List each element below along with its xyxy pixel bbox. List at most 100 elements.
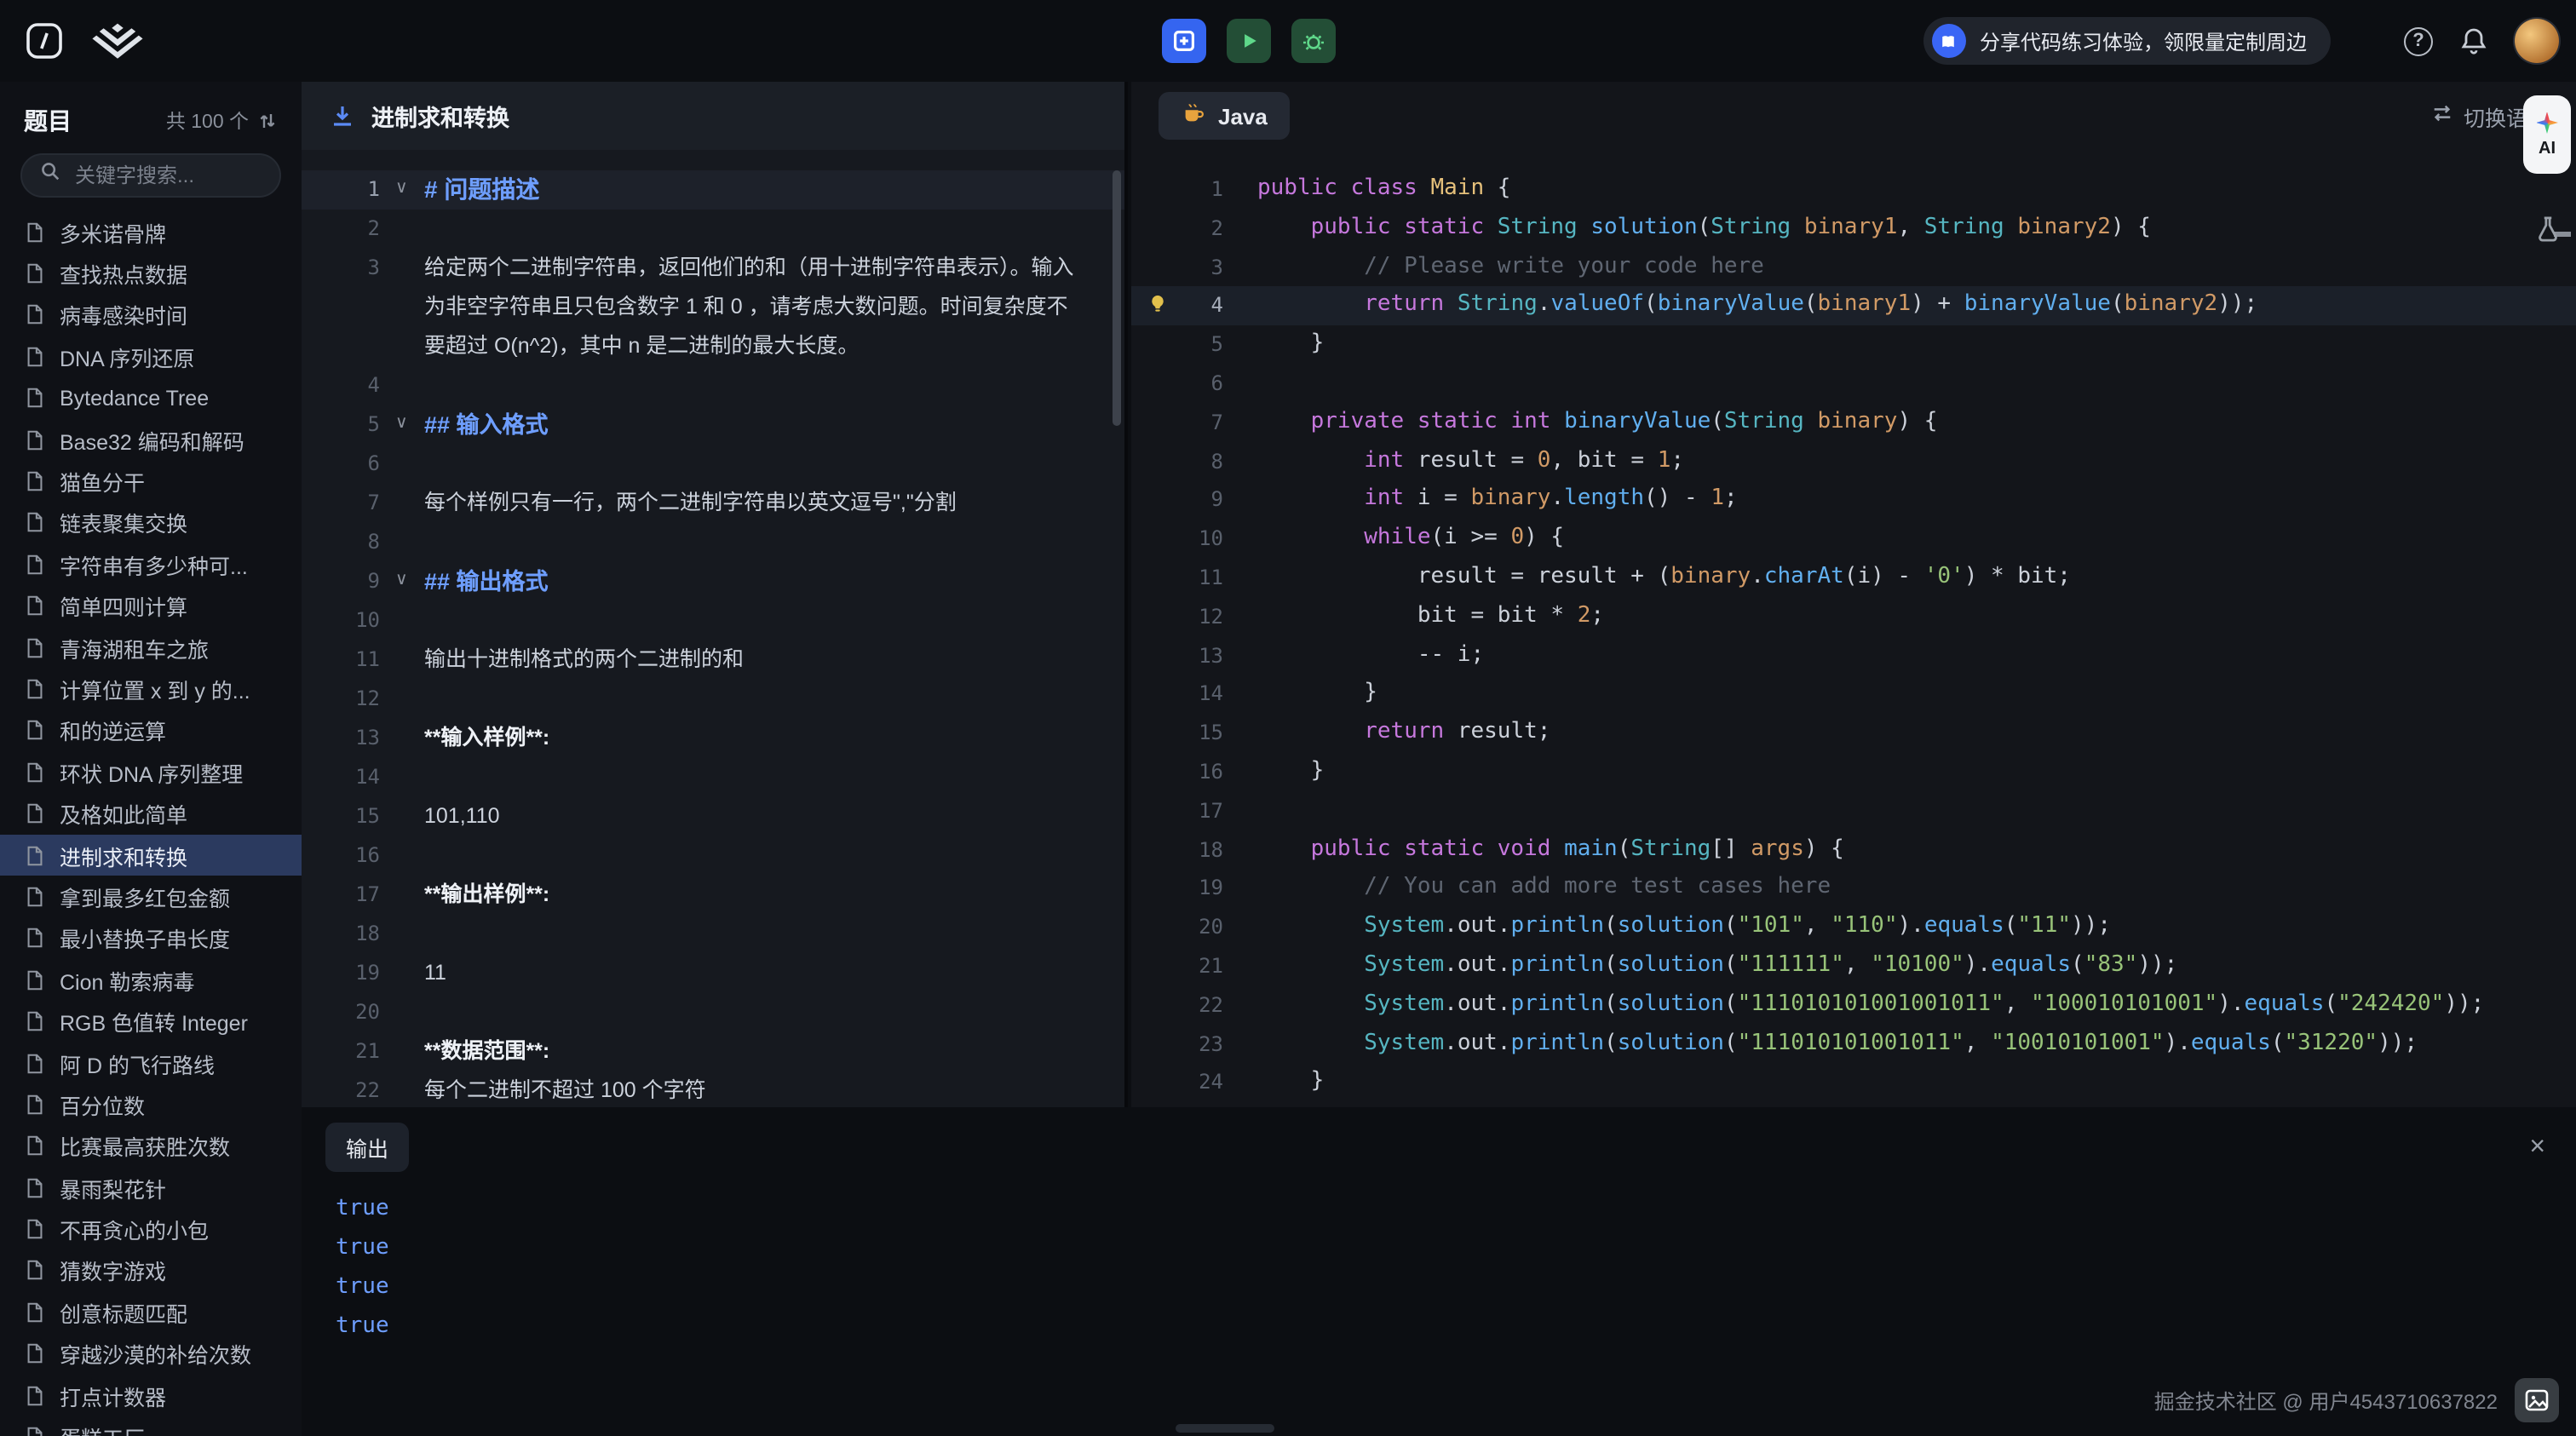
sidebar-item[interactable]: 猫鱼分干 [0,461,302,503]
line-number: 10 [1131,520,1223,559]
sidebar-item[interactable]: 病毒感染时间 [0,295,302,336]
code-line[interactable]: 22 System.out.println(solution("11101010… [1131,985,2576,1025]
line-number: 2 [302,210,380,249]
sidebar-item[interactable]: RGB 色值转 Integer [0,1001,302,1043]
code-line[interactable]: 18 public static void main(String[] args… [1131,830,2576,870]
code-line[interactable]: 2 public static String solution(String b… [1131,210,2576,249]
code-line[interactable]: 6 [1131,365,2576,404]
code-lines[interactable]: 1public class Main {2 public static Stri… [1131,150,2576,1107]
embed-button[interactable] [1163,19,1207,63]
lightbulb-icon[interactable] [1147,294,1169,316]
chevron-down-icon[interactable]: ∨ [395,169,408,208]
sidebar-item-label: 打点计数器 [60,1379,166,1411]
code-line[interactable]: 21 System.out.println(solution("111111",… [1131,947,2576,986]
output-tab[interactable]: 输出 [325,1123,409,1172]
sidebar-item[interactable]: 及格如此简单 [0,793,302,835]
sidebar-item[interactable]: 链表聚集交换 [0,502,302,543]
sidebar-item[interactable]: 最小替换子串长度 [0,917,302,959]
sidebar-item[interactable]: 阿 D 的飞行路线 [0,1043,302,1084]
sidebar-item[interactable]: DNA 序列还原 [0,336,302,377]
code-line[interactable]: 20 System.out.println(solution("101", "1… [1131,908,2576,947]
sidebar-item[interactable]: 拿到最多红包金额 [0,876,302,918]
close-icon[interactable]: × [2529,1134,2545,1161]
code-line[interactable]: 15 return result; [1131,714,2576,753]
sidebar-item-label: 拿到最多红包金额 [60,881,230,913]
document-icon [24,512,46,534]
sidebar-item[interactable]: 穿越沙漠的补给次数 [0,1333,302,1375]
sidebar-item[interactable]: Cion 勒索病毒 [0,959,302,1001]
code-line[interactable]: 14 } [1131,675,2576,715]
problem-text: 输出十进制格式的两个二进制的和 [424,640,1077,680]
sidebar-item[interactable]: 猜数字游戏 [0,1250,302,1292]
code-playground-logo-icon[interactable] [24,20,65,61]
code-line[interactable]: 9 int i = binary.length() - 1; [1131,481,2576,520]
sidebar-item[interactable]: 百分位数 [0,1083,302,1125]
sidebar-list: 多米诺骨牌查找热点数据病毒感染时间DNA 序列还原Bytedance TreeB… [0,211,302,1436]
sidebar-item[interactable]: 进制求和转换 [0,835,302,876]
java-icon [1181,101,1206,131]
search-icon [39,160,61,191]
scrollbar-thumb[interactable] [1113,170,1121,426]
document-icon [24,886,46,908]
sidebar-item[interactable]: Base32 编码和解码 [0,419,302,461]
sidebar-item[interactable]: 青海湖租车之旅 [0,627,302,669]
sidebar-item[interactable]: 计算位置 x 到 y 的... [0,669,302,710]
sidebar-item[interactable]: 打点计数器 [0,1375,302,1416]
sidebar-item[interactable]: 多米诺骨牌 [0,211,302,253]
sidebar-item[interactable]: 创意标题匹配 [0,1291,302,1333]
code-line[interactable]: 19 // You can add more test cases here [1131,870,2576,909]
code-line[interactable]: 23 System.out.println(solution("11101010… [1131,1025,2576,1064]
code-line[interactable]: 10 while(i >= 0) { [1131,520,2576,559]
document-icon [24,802,46,824]
line-number: 17 [1131,792,1223,831]
sidebar-item[interactable]: 和的逆运算 [0,709,302,751]
chevron-down-icon[interactable]: ∨ [395,560,408,600]
sort-icon[interactable] [257,111,278,131]
code-line[interactable]: 5 } [1131,325,2576,365]
sidebar-item-label: 猫鱼分干 [60,465,145,497]
code-line[interactable]: 8 int result = 0, bit = 1; [1131,442,2576,481]
sidebar-item[interactable]: 不再贪心的小包 [0,1209,302,1250]
sidebar-item[interactable]: 简单四则计算 [0,585,302,627]
help-icon[interactable]: ? [2404,26,2433,55]
share-banner-text: 分享代码练习体验，领限量定制周边 [1980,26,2307,55]
line-number: 2 [1131,210,1223,249]
sidebar-item[interactable]: 比赛最高获胜次数 [0,1125,302,1167]
line-number: 21 [1131,947,1223,986]
sidebar-item[interactable]: 字符串有多少种可... [0,543,302,585]
juejin-logo-icon[interactable] [92,21,143,60]
code-text: while(i >= 0) { [1257,525,1564,550]
problem-header: 进制求和转换 [302,82,1124,150]
code-line[interactable]: 13 -- i; [1131,636,2576,675]
code-line[interactable]: 4 return String.valueOf(binaryValue(bina… [1131,287,2576,326]
ai-assistant-button[interactable]: AI [2523,95,2571,174]
code-text: int result = 0, bit = 1; [1257,447,1684,473]
share-banner[interactable]: 分享代码练习体验，领限量定制周边 [1923,17,2331,65]
bell-icon[interactable] [2458,26,2489,56]
flask-icon[interactable] [2533,215,2562,244]
code-line[interactable]: 7 private static int binaryValue(String … [1131,404,2576,443]
code-line[interactable]: 16 } [1131,753,2576,792]
code-line[interactable]: 3 // Please write your code here [1131,248,2576,287]
code-line[interactable]: 17 [1131,792,2576,831]
language-chip[interactable]: Java [1159,92,1290,140]
code-line[interactable]: 24 } [1131,1064,2576,1103]
code-line[interactable]: 11 result = result + (binary.charAt(i) -… [1131,559,2576,598]
document-icon [24,388,46,410]
sidebar-item[interactable]: 暴雨梨花针 [0,1167,302,1209]
sidebar-item[interactable]: 蛋糕工厂 [0,1416,302,1436]
sidebar-item[interactable]: 查找热点数据 [0,253,302,295]
sidebar-item[interactable]: 环状 DNA 序列整理 [0,751,302,793]
code-line[interactable]: 1public class Main { [1131,170,2576,210]
code-line[interactable]: 12 bit = bit * 2; [1131,598,2576,637]
search-box[interactable] [20,153,281,198]
screenshot-icon[interactable] [2515,1378,2559,1422]
avatar[interactable] [2515,19,2559,63]
run-button[interactable] [1228,19,1272,63]
sidebar-item[interactable]: Bytedance Tree [0,377,302,419]
search-input[interactable] [72,162,262,189]
document-icon [24,1218,46,1240]
chevron-down-icon[interactable]: ∨ [395,404,408,443]
resize-handle[interactable] [1176,1424,1274,1433]
debug-button[interactable] [1292,19,1337,63]
